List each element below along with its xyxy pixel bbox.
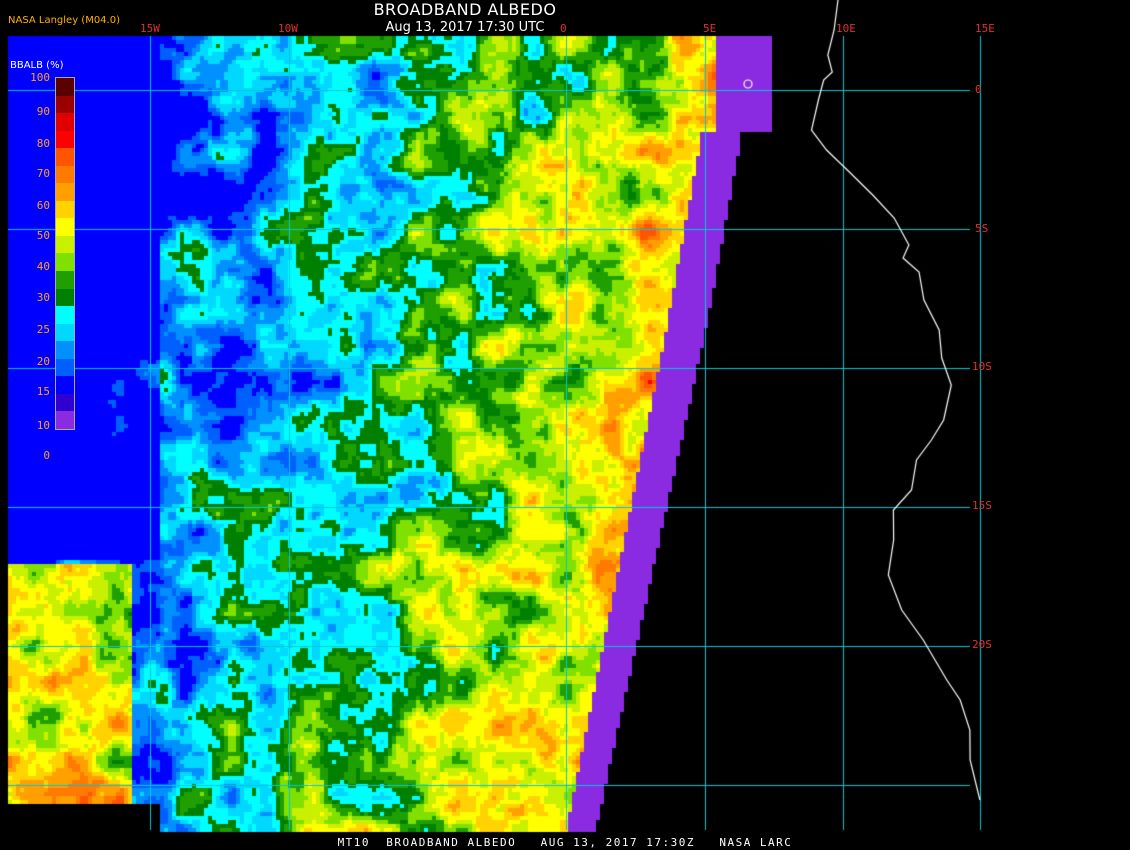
colorbar-bin — [56, 218, 74, 236]
colorbar-bin — [56, 411, 74, 429]
colorbar-bin — [56, 165, 74, 184]
lat-label-5s: 5S — [975, 222, 989, 235]
colorbar-bin — [56, 95, 74, 114]
legend-tick: 100 — [30, 71, 50, 84]
colorbar-bin — [56, 306, 74, 324]
legend-tick: 25 — [36, 323, 50, 336]
legend-tick: 50 — [36, 229, 50, 242]
legend-tick: 15 — [36, 385, 50, 398]
legend-tick: 10 — [36, 419, 50, 432]
colorbar-bin — [56, 271, 74, 289]
colorbar — [55, 77, 75, 430]
legend-tick: 40 — [36, 260, 50, 273]
colorbar-bin — [56, 200, 74, 219]
lon-label-5e: 5E — [703, 22, 717, 35]
legend-title: BBALB (%) — [10, 60, 64, 71]
lat-label-10s: 10S — [972, 360, 992, 373]
albedo-map — [0, 0, 1130, 850]
colorbar-bin — [56, 78, 74, 96]
lat-label-0: 0 — [975, 83, 982, 96]
legend-tick: 60 — [36, 199, 50, 212]
colorbar-bin — [56, 235, 74, 254]
colorbar-bin — [56, 183, 74, 201]
legend-tick: 90 — [36, 105, 50, 118]
lon-label-15e: 15E — [975, 22, 995, 35]
lon-label-0: 0 — [560, 22, 567, 35]
legend-tick: 20 — [36, 355, 50, 368]
legend-tick: 30 — [36, 291, 50, 304]
colorbar-bin — [56, 341, 74, 359]
lon-label-10w: 10W — [278, 22, 298, 35]
colorbar-bin — [56, 253, 74, 272]
lat-label-20s: 20S — [972, 638, 992, 651]
legend-tick: 0 — [43, 449, 50, 462]
lon-label-10e: 10E — [836, 22, 856, 35]
map-title: BROADBAND ALBEDO — [373, 0, 557, 19]
colorbar-bin — [56, 376, 74, 394]
colorbar-bin — [56, 113, 74, 131]
lat-label-15s: 15S — [972, 499, 992, 512]
footer-caption: MT10 BROADBAND ALBEDO AUG 13, 2017 17:30… — [337, 836, 793, 849]
lon-label-15w: 15W — [140, 22, 160, 35]
legend-tick: 80 — [36, 137, 50, 150]
colorbar-bin — [56, 130, 74, 149]
colorbar-bin — [56, 358, 74, 377]
brand-label: NASA Langley (M04.0) — [8, 15, 120, 26]
colorbar-bin — [56, 288, 74, 307]
colorbar-bin — [56, 393, 74, 412]
legend-tick: 70 — [36, 167, 50, 180]
colorbar-bin — [56, 148, 74, 166]
colorbar-bin — [56, 323, 74, 342]
